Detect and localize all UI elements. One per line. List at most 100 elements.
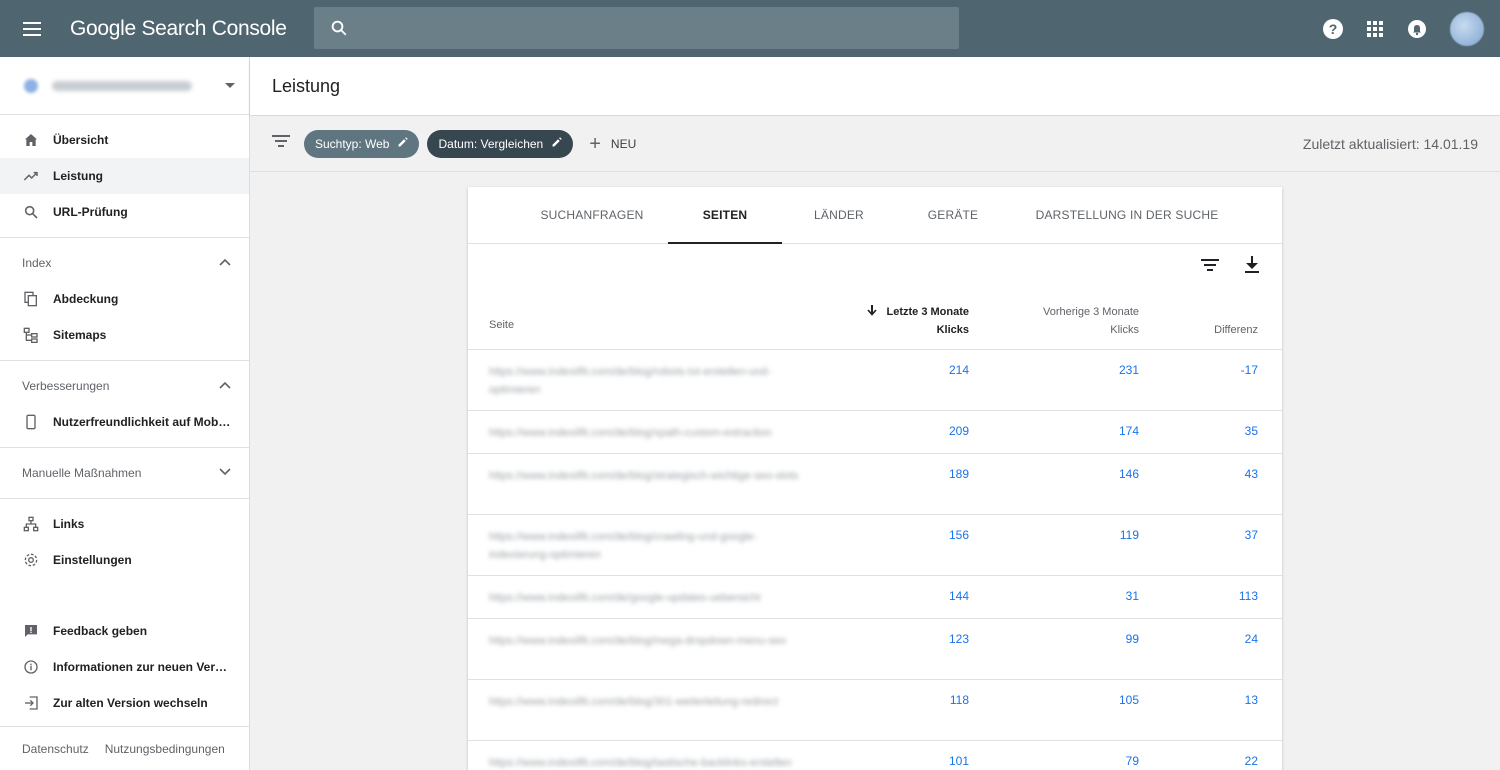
sidebar-item-label: Zur alten Version wechseln (53, 696, 208, 710)
page-url[interactable]: https://www.indexiifit.com/de/blog/mega-… (468, 619, 808, 679)
notifications-icon[interactable] (1396, 10, 1438, 47)
page-url[interactable]: https://www.indexiifit.com/de/blog/xpath… (468, 411, 808, 453)
sidebar-item-label: URL-Prüfung (53, 205, 128, 219)
column-header-previous-3-months[interactable]: Vorherige 3 Monate Klicks (969, 303, 1139, 339)
sidebar-item-label: Links (53, 517, 85, 531)
sidebar-item-overview[interactable]: Übersicht (0, 122, 249, 158)
page-url[interactable]: https://www.indexiifit.com/de/blog/robot… (468, 350, 808, 410)
table-row[interactable]: https://www.indexiifit.com/de/blog/mega-… (468, 619, 1282, 680)
page-url[interactable]: https://www.indexiifit.com/de/blog/strat… (468, 454, 808, 514)
sidebar-item-label: Abdeckung (53, 292, 119, 306)
column-header-page[interactable]: Seite (468, 319, 808, 339)
sidebar-item-label: Einstellungen (53, 553, 132, 567)
table-filter-icon[interactable] (1200, 258, 1220, 272)
column-header-line: Vorherige 3 Monate (1042, 306, 1139, 318)
date-chip[interactable]: Datum: Vergleichen (427, 129, 574, 158)
sidebar-item-url-inspection[interactable]: URL-Prüfung (0, 194, 249, 230)
menu-icon[interactable] (0, 0, 64, 57)
exit-icon (22, 694, 40, 712)
section-heading: Index (22, 256, 52, 270)
sidebar-item-label: Leistung (53, 169, 103, 183)
sidebar: Übersicht Leistung URL-Prüfung Index Abd… (0, 57, 250, 770)
clicks-difference: 35 (1244, 424, 1258, 438)
tab-devices[interactable]: GERÄTE (896, 187, 1010, 243)
column-header-line: Klicks (1110, 324, 1139, 336)
table-row[interactable]: https://www.indexiifit.com/de/blog/crawl… (468, 515, 1282, 576)
chip-label: Suchtyp: Web (315, 136, 390, 151)
help-icon[interactable]: ? (1312, 10, 1354, 47)
trending-up-icon (22, 167, 40, 185)
edit-icon (397, 136, 409, 151)
page-url[interactable]: https://www.indexiifit.com/de/blog/301-w… (468, 680, 808, 740)
clicks-difference: 113 (1238, 589, 1258, 603)
chevron-down-icon (219, 467, 231, 479)
column-header-difference[interactable]: Differenz (1139, 321, 1258, 339)
sidebar-item-new-version-info[interactable]: Informationen zur neuen Version (0, 649, 249, 685)
sidebar-item-old-version[interactable]: Zur alten Version wechseln (0, 685, 249, 721)
clicks-previous: 79 (1125, 754, 1139, 768)
property-selector[interactable] (0, 57, 249, 115)
sidebar-item-coverage[interactable]: Abdeckung (0, 281, 249, 317)
clicks-last: 156 (948, 528, 969, 542)
new-filter-button[interactable]: + NEU (589, 134, 636, 154)
sidebar-item-feedback[interactable]: Feedback geben (0, 613, 249, 649)
table-header: Seite Letzte 3 Monate Klicks Vorherige 3… (468, 286, 1282, 350)
clicks-previous: 31 (1125, 589, 1139, 603)
search-icon (331, 20, 347, 36)
clicks-last: 101 (948, 754, 969, 768)
dimension-tabs: SUCHANFRAGEN SEITEN LÄNDER GERÄTE DARSTE… (468, 187, 1282, 244)
chevron-up-icon (219, 257, 231, 269)
search-icon (22, 203, 40, 221)
edit-icon (551, 136, 563, 151)
clicks-last: 144 (948, 589, 969, 603)
clicks-last: 209 (948, 424, 969, 438)
tab-countries[interactable]: LÄNDER (782, 187, 896, 243)
table-row[interactable]: https://www.indexiifit.com/de/blog/301-w… (468, 680, 1282, 741)
table-row[interactable]: https://www.indexiifit.com/de/blog/xpath… (468, 411, 1282, 454)
column-header-last-3-months[interactable]: Letzte 3 Monate Klicks (808, 303, 969, 339)
sidebar-item-mobile-usability[interactable]: Nutzerfreundlichkeit auf Mobilg… (0, 404, 249, 440)
avatar[interactable] (1450, 11, 1484, 46)
section-index-toggle[interactable]: Index (0, 245, 249, 281)
search-type-chip[interactable]: Suchtyp: Web (304, 129, 420, 158)
performance-table-card: SUCHANFRAGEN SEITEN LÄNDER GERÄTE DARSTE… (468, 187, 1282, 770)
phone-icon (22, 413, 40, 431)
column-header-line: Klicks (936, 324, 969, 336)
page-url[interactable]: https://www.indexiifit.com/de/blog/tasti… (468, 741, 808, 770)
filter-bar: Suchtyp: Web Datum: Vergleichen + NEU Zu… (250, 116, 1500, 172)
new-filter-label: NEU (610, 136, 637, 151)
table-row[interactable]: https://www.indexiifit.com/de/google-upd… (468, 576, 1282, 619)
home-icon (22, 131, 40, 149)
terms-link[interactable]: Nutzungsbedingungen (105, 742, 225, 756)
sidebar-item-settings[interactable]: Einstellungen (0, 542, 249, 578)
table-row[interactable]: https://www.indexiifit.com/de/blog/robot… (468, 350, 1282, 411)
feedback-icon (22, 622, 40, 640)
apps-grid-icon[interactable] (1354, 10, 1396, 47)
table-row[interactable]: https://www.indexiifit.com/de/blog/strat… (468, 454, 1282, 515)
clicks-last: 118 (949, 693, 969, 707)
tab-pages[interactable]: SEITEN (668, 187, 782, 244)
table-row[interactable]: https://www.indexiifit.com/de/blog/tasti… (468, 741, 1282, 770)
section-improvements-toggle[interactable]: Verbesserungen (0, 368, 249, 404)
sidebar-item-sitemaps[interactable]: Sitemaps (0, 317, 249, 353)
column-header-line: Differenz (1214, 324, 1258, 336)
filter-icon[interactable] (272, 134, 292, 153)
tab-search-appearance[interactable]: DARSTELLUNG IN DER SUCHE (1010, 187, 1244, 243)
section-heading: Manuelle Maßnahmen (22, 466, 142, 480)
page-url[interactable]: https://www.indexiifit.com/de/blog/crawl… (468, 515, 808, 575)
page-url[interactable]: https://www.indexiifit.com/de/google-upd… (468, 576, 808, 618)
clicks-previous: 99 (1125, 632, 1139, 646)
search-input[interactable] (360, 19, 940, 37)
sidebar-item-performance[interactable]: Leistung (0, 158, 249, 194)
download-icon[interactable] (1242, 256, 1262, 274)
tab-queries[interactable]: SUCHANFRAGEN (516, 187, 668, 243)
sidebar-item-links[interactable]: Links (0, 506, 249, 542)
sitemap-icon (22, 326, 40, 344)
page-header: Leistung (250, 57, 1500, 115)
clicks-difference: 37 (1244, 528, 1258, 542)
copy-icon (22, 290, 40, 308)
clicks-difference: 24 (1244, 632, 1258, 646)
privacy-link[interactable]: Datenschutz (22, 742, 89, 756)
search-bar[interactable] (314, 7, 959, 49)
section-manual-actions-toggle[interactable]: Manuelle Maßnahmen (0, 455, 249, 491)
